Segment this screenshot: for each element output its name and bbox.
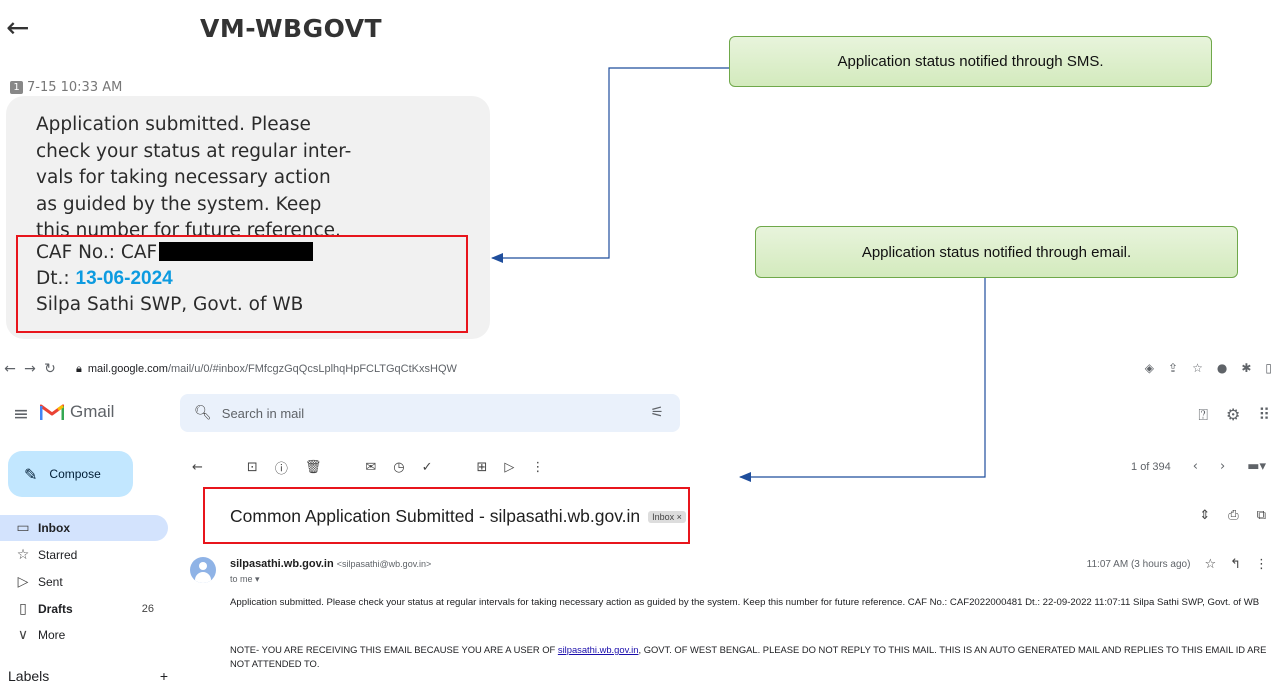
message-time: 11:07 AM (3 hours ago) bbox=[1086, 559, 1191, 570]
search-bar[interactable]: 🔍︎ ⚟ bbox=[180, 394, 680, 432]
add-task-icon[interactable]: ✓ bbox=[422, 460, 433, 475]
location-icon[interactable]: ◈ bbox=[1145, 361, 1154, 375]
mark-unread-icon[interactable]: ✉ bbox=[365, 460, 376, 475]
archive-icon[interactable]: ⊡ bbox=[247, 460, 258, 475]
sidebar-item-label: More bbox=[38, 628, 66, 642]
message-more-icon[interactable]: ⋮ bbox=[1255, 557, 1268, 572]
star-icon: ☆ bbox=[16, 547, 30, 563]
sms-sender: VM-WBGOVT bbox=[200, 14, 383, 43]
star-message-icon[interactable]: ☆ bbox=[1204, 557, 1216, 572]
note-link[interactable]: silpasathi.wb.gov.in bbox=[558, 644, 639, 655]
inbox-icon: ▭ bbox=[16, 520, 30, 536]
more-options-icon[interactable]: ⋮ bbox=[531, 460, 544, 475]
message-meta: 11:07 AM (3 hours ago) ☆ ↰ ⋮ bbox=[1087, 557, 1268, 572]
message-toolbar: ← ⊡ ⓘ 🗑︎ ✉ ◷ ✓ ⊞ ▷ ⋮ bbox=[192, 458, 544, 477]
open-new-window-icon[interactable]: ⧉ bbox=[1257, 508, 1266, 523]
url-path: /mail/u/0/#inbox/FMfcgzGqQcsLplhqHpFCLTG… bbox=[167, 363, 457, 375]
sender-email: <silpasathi@wb.gov.in> bbox=[336, 559, 432, 569]
move-to-icon[interactable]: ⊞ bbox=[477, 460, 488, 475]
send-icon: ▷ bbox=[17, 574, 29, 590]
sidebar-item-label: Drafts bbox=[38, 602, 73, 616]
pencil-icon: ✎ bbox=[24, 464, 38, 484]
email-highlight-box bbox=[203, 487, 690, 544]
note-text-before: NOTE- YOU ARE RECEIVING THIS EMAIL BECAU… bbox=[230, 644, 558, 655]
labels-heading: Labels bbox=[8, 668, 50, 684]
expand-all-icon[interactable]: ⇕ bbox=[1199, 508, 1210, 523]
extension-icon[interactable]: ● bbox=[1217, 361, 1227, 375]
browser-forward-icon[interactable]: → bbox=[20, 361, 40, 377]
side-panel-icon[interactable]: ▯ bbox=[1265, 361, 1272, 375]
back-arrow-icon[interactable]: ← bbox=[6, 14, 29, 42]
message-note: NOTE- YOU ARE RECEIVING THIS EMAIL BECAU… bbox=[230, 643, 1270, 671]
subject-actions: ⇕ ⎙ ⧉ bbox=[1199, 508, 1266, 523]
apps-grid-icon[interactable]: ⠿ bbox=[1258, 405, 1270, 425]
share-icon[interactable]: ⇪ bbox=[1168, 361, 1178, 375]
sidebar-item-label: Starred bbox=[38, 548, 78, 562]
gmail-m-icon bbox=[40, 404, 64, 420]
sms-connector-line bbox=[491, 67, 729, 263]
address-bar[interactable]: 🔒︎ mail.google.com/mail/u/0/#inbox/FMfcg… bbox=[76, 363, 457, 376]
chevron-down-icon: ∨ bbox=[17, 627, 29, 643]
sidebar-item-more[interactable]: ∨ More bbox=[0, 622, 168, 648]
main-menu-icon[interactable]: ≡ bbox=[13, 403, 29, 425]
sidebar-item-drafts[interactable]: ▯ Drafts 26 bbox=[0, 596, 168, 622]
back-to-inbox-icon[interactable]: ← bbox=[192, 460, 203, 475]
sidebar-item-label: Sent bbox=[38, 575, 63, 589]
browser-back-icon[interactable]: ← bbox=[0, 361, 20, 377]
compose-button[interactable]: ✎ Compose bbox=[8, 451, 133, 497]
add-label-icon[interactable]: + bbox=[160, 668, 168, 684]
reload-icon[interactable]: ↻ bbox=[40, 361, 60, 377]
search-icon[interactable]: 🔍︎ bbox=[194, 405, 212, 421]
recipient-details[interactable]: to me ▾ bbox=[230, 574, 260, 585]
gmail-logo[interactable]: Gmail bbox=[40, 402, 114, 422]
bookmark-star-icon[interactable]: ☆ bbox=[1192, 361, 1203, 375]
sms-timestamp-row: 1 7-15 10:33 AM bbox=[10, 80, 122, 95]
previous-icon[interactable]: ‹ bbox=[1193, 459, 1198, 474]
sidebar-item-sent[interactable]: ▷ Sent bbox=[0, 569, 168, 595]
report-spam-icon[interactable]: ⓘ bbox=[275, 458, 288, 477]
sms-timestamp: 7-15 10:33 AM bbox=[27, 80, 123, 95]
pager: 1 of 394 ‹ › ▬▾ bbox=[1131, 459, 1266, 474]
search-input[interactable] bbox=[221, 405, 622, 421]
callout-sms: Application status notified through SMS. bbox=[729, 36, 1212, 87]
page: ← VM-WBGOVT 1 7-15 10:33 AM Application … bbox=[0, 0, 1280, 687]
message-body: Application submitted. Please check your… bbox=[230, 597, 1260, 608]
browser-bar: ← → ↻ 🔒︎ mail.google.com/mail/u/0/#inbox… bbox=[0, 356, 1280, 382]
sidebar-item-label: Inbox bbox=[38, 521, 70, 535]
label-icon[interactable]: ▷ bbox=[504, 460, 514, 475]
sender-line: silpasathi.wb.gov.in <silpasathi@wb.gov.… bbox=[230, 558, 431, 570]
sidebar-item-starred[interactable]: ☆ Starred bbox=[0, 542, 168, 568]
help-icon[interactable]: ⍰ bbox=[1198, 405, 1208, 425]
sms-highlight-box bbox=[16, 235, 468, 333]
settings-gear-icon[interactable]: ⚙ bbox=[1226, 405, 1240, 425]
draft-icon: ▯ bbox=[19, 601, 27, 617]
avatar[interactable] bbox=[190, 557, 216, 583]
browser-extension-icons: ◈ ⇪ ☆ ● ✱ ▯ bbox=[1145, 361, 1272, 375]
puzzle-icon[interactable]: ✱ bbox=[1241, 361, 1251, 375]
gmail-wordmark: Gmail bbox=[70, 402, 115, 421]
print-icon[interactable]: ⎙ bbox=[1228, 508, 1238, 523]
sim-badge: 1 bbox=[10, 81, 23, 94]
pager-text: 1 of 394 bbox=[1131, 460, 1171, 473]
compose-label: Compose bbox=[49, 467, 101, 481]
sender-name[interactable]: silpasathi.wb.gov.in bbox=[230, 558, 334, 570]
url-host: mail.google.com bbox=[87, 363, 168, 375]
sms-body: Application submitted. Please check your… bbox=[36, 114, 352, 241]
lock-icon: 🔒︎ bbox=[76, 362, 82, 375]
next-icon[interactable]: › bbox=[1220, 459, 1225, 474]
labels-heading-row: Labels + bbox=[8, 668, 168, 684]
search-options-icon[interactable]: ⚟ bbox=[651, 403, 664, 421]
sidebar-item-inbox[interactable]: ▭ Inbox bbox=[0, 515, 168, 541]
delete-icon[interactable]: 🗑︎ bbox=[305, 460, 322, 475]
reply-icon[interactable]: ↰ bbox=[1230, 557, 1241, 572]
header-actions: ⍰ ⚙ ⠿ bbox=[1198, 405, 1270, 425]
callout-email: Application status notified through emai… bbox=[755, 226, 1238, 278]
drafts-count: 26 bbox=[141, 603, 154, 615]
snooze-icon[interactable]: ◷ bbox=[393, 460, 404, 475]
keyboard-icon[interactable]: ▬▾ bbox=[1247, 459, 1266, 474]
